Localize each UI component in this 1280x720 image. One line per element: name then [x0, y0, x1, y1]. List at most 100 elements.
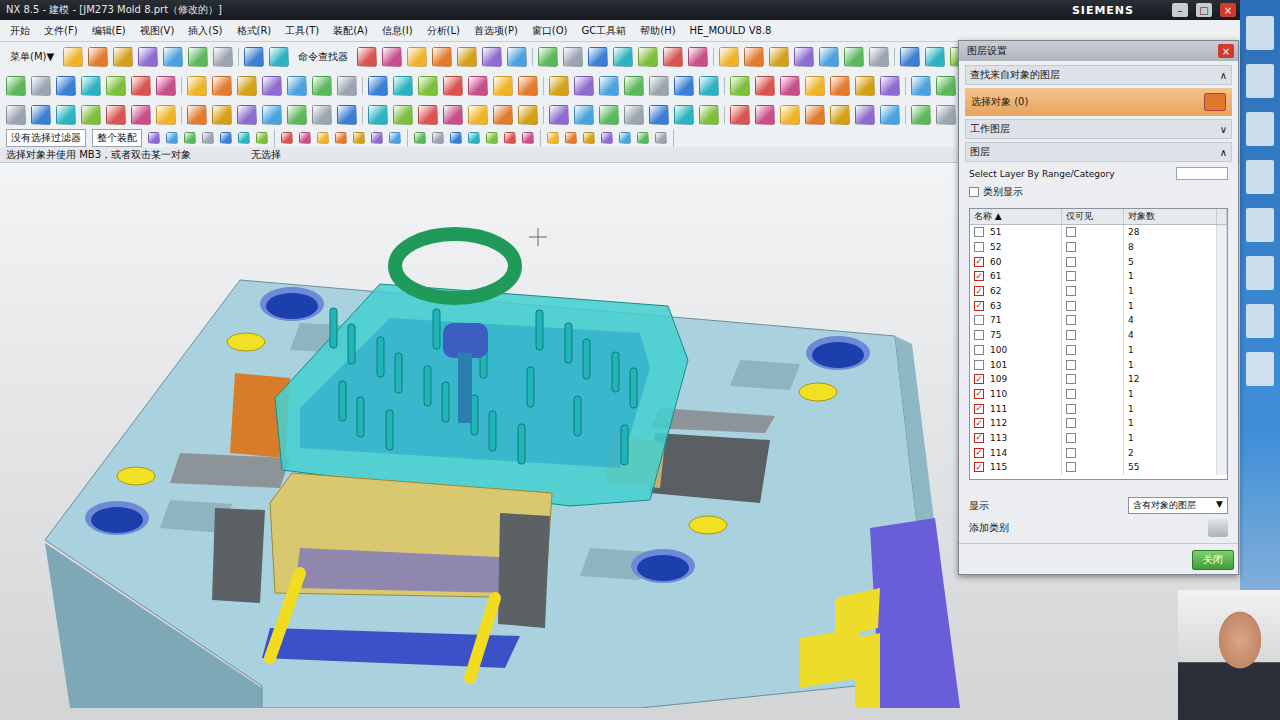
tool-icon[interactable] — [56, 76, 76, 96]
layer-checkbox[interactable]: ✓ — [974, 374, 984, 384]
tool-icon[interactable] — [148, 132, 160, 144]
layer-checkbox[interactable]: ✓ — [974, 462, 984, 472]
tool-icon[interactable] — [563, 47, 583, 67]
filter-dropdown[interactable]: 没有选择过滤器 — [6, 129, 86, 147]
tool-icon[interactable] — [188, 47, 208, 67]
tool-icon[interactable] — [638, 47, 658, 67]
menu-item[interactable]: 工具(T) — [279, 22, 325, 40]
tool-icon[interactable] — [565, 132, 577, 144]
tool-icon[interactable] — [599, 76, 619, 96]
layer-checkbox[interactable]: ✓ — [974, 418, 984, 428]
tool-icon[interactable] — [443, 105, 463, 125]
scrollbar[interactable] — [1217, 445, 1227, 460]
scrollbar[interactable] — [1217, 372, 1227, 387]
layer-checkbox[interactable]: ✓ — [974, 448, 984, 458]
tool-icon[interactable] — [131, 76, 151, 96]
scope-dropdown[interactable]: 整个装配 — [92, 129, 142, 147]
tool-icon[interactable] — [925, 47, 945, 67]
tool-icon[interactable] — [911, 105, 931, 125]
scrollbar[interactable] — [1217, 431, 1227, 446]
tool-icon[interactable] — [393, 76, 413, 96]
tool-icon[interactable] — [6, 105, 26, 125]
tool-icon[interactable] — [106, 105, 126, 125]
tool-icon[interactable] — [507, 47, 527, 67]
tool-icon[interactable] — [624, 105, 644, 125]
tool-icon[interactable] — [335, 132, 347, 144]
scrollbar[interactable] — [1217, 328, 1227, 343]
tool-icon[interactable] — [317, 132, 329, 144]
tool-icon[interactable] — [353, 132, 365, 144]
tool-icon[interactable] — [156, 76, 176, 96]
tool-icon[interactable] — [468, 76, 488, 96]
scrollbar[interactable] — [1217, 401, 1227, 416]
only-visible-checkbox[interactable] — [1066, 301, 1076, 311]
only-visible-checkbox[interactable] — [1066, 315, 1076, 325]
scrollbar[interactable] — [1217, 313, 1227, 328]
tool-icon[interactable] — [619, 132, 631, 144]
tool-icon[interactable] — [830, 105, 850, 125]
tool-icon[interactable] — [432, 47, 452, 67]
tool-icon[interactable] — [389, 132, 401, 144]
layer-checkbox[interactable]: ✓ — [974, 271, 984, 281]
column-header[interactable]: 对象数 — [1124, 209, 1217, 224]
only-visible-checkbox[interactable] — [1066, 374, 1076, 384]
scrollbar[interactable] — [1217, 254, 1227, 269]
menu-item[interactable]: 信息(I) — [376, 22, 419, 40]
tool-icon[interactable] — [755, 76, 775, 96]
tool-icon[interactable] — [730, 76, 750, 96]
menu-item[interactable]: 装配(A) — [327, 22, 374, 40]
tool-icon[interactable] — [450, 132, 462, 144]
only-visible-checkbox[interactable] — [1066, 418, 1076, 428]
tool-icon[interactable] — [482, 47, 502, 67]
tool-icon[interactable] — [31, 76, 51, 96]
tool-icon[interactable] — [187, 76, 207, 96]
section-header[interactable]: 图层∧ — [965, 142, 1232, 162]
tool-icon[interactable] — [583, 132, 595, 144]
tool-icon[interactable] — [538, 47, 558, 67]
tool-icon[interactable] — [281, 132, 293, 144]
tool-icon[interactable] — [299, 132, 311, 144]
menu-item[interactable]: 帮助(H) — [634, 22, 681, 40]
tool-icon[interactable] — [819, 47, 839, 67]
tool-icon[interactable] — [269, 47, 289, 67]
tool-icon[interactable] — [407, 47, 427, 67]
desktop-file-icon[interactable] — [1246, 256, 1274, 290]
tool-icon[interactable] — [649, 105, 669, 125]
desktop-file-icon[interactable] — [1246, 112, 1274, 146]
tool-icon[interactable] — [744, 47, 764, 67]
tool-icon[interactable] — [432, 132, 444, 144]
only-visible-checkbox[interactable] — [1066, 360, 1076, 370]
tool-icon[interactable] — [63, 47, 83, 67]
menu-item[interactable]: GC工具箱 — [576, 22, 633, 40]
tool-icon[interactable] — [880, 76, 900, 96]
expand-arrow[interactable]: ∨ — [1220, 124, 1227, 135]
scrollbar[interactable] — [1217, 298, 1227, 313]
tool-icon[interactable] — [688, 47, 708, 67]
layer-checkbox[interactable] — [974, 360, 984, 370]
column-header[interactable]: 仅可见 — [1062, 209, 1124, 224]
tool-icon[interactable] — [262, 76, 282, 96]
tool-icon[interactable] — [81, 76, 101, 96]
tool-icon[interactable] — [730, 105, 750, 125]
tool-icon[interactable] — [212, 76, 232, 96]
expand-arrow[interactable]: ∧ — [1220, 70, 1227, 81]
category-display[interactable]: 类别显示 — [965, 185, 1232, 199]
tool-icon[interactable] — [256, 132, 268, 144]
menu-item[interactable]: 首选项(P) — [468, 22, 524, 40]
tool-icon[interactable] — [237, 105, 257, 125]
command-finder[interactable]: 命令查找器 — [294, 49, 352, 65]
tool-icon[interactable] — [213, 47, 233, 67]
tool-icon[interactable] — [414, 132, 426, 144]
tool-icon[interactable] — [911, 76, 931, 96]
tool-icon[interactable] — [674, 105, 694, 125]
only-visible-checkbox[interactable] — [1066, 330, 1076, 340]
scrollbar[interactable] — [1217, 416, 1227, 431]
tool-icon[interactable] — [443, 76, 463, 96]
layer-checkbox[interactable]: ✓ — [974, 257, 984, 267]
tool-icon[interactable] — [244, 47, 264, 67]
tool-icon[interactable] — [31, 105, 51, 125]
desktop-file-icon[interactable] — [1246, 64, 1274, 98]
scrollbar[interactable] — [1217, 357, 1227, 372]
scrollbar[interactable] — [1217, 269, 1227, 284]
layer-checkbox[interactable]: ✓ — [974, 404, 984, 414]
